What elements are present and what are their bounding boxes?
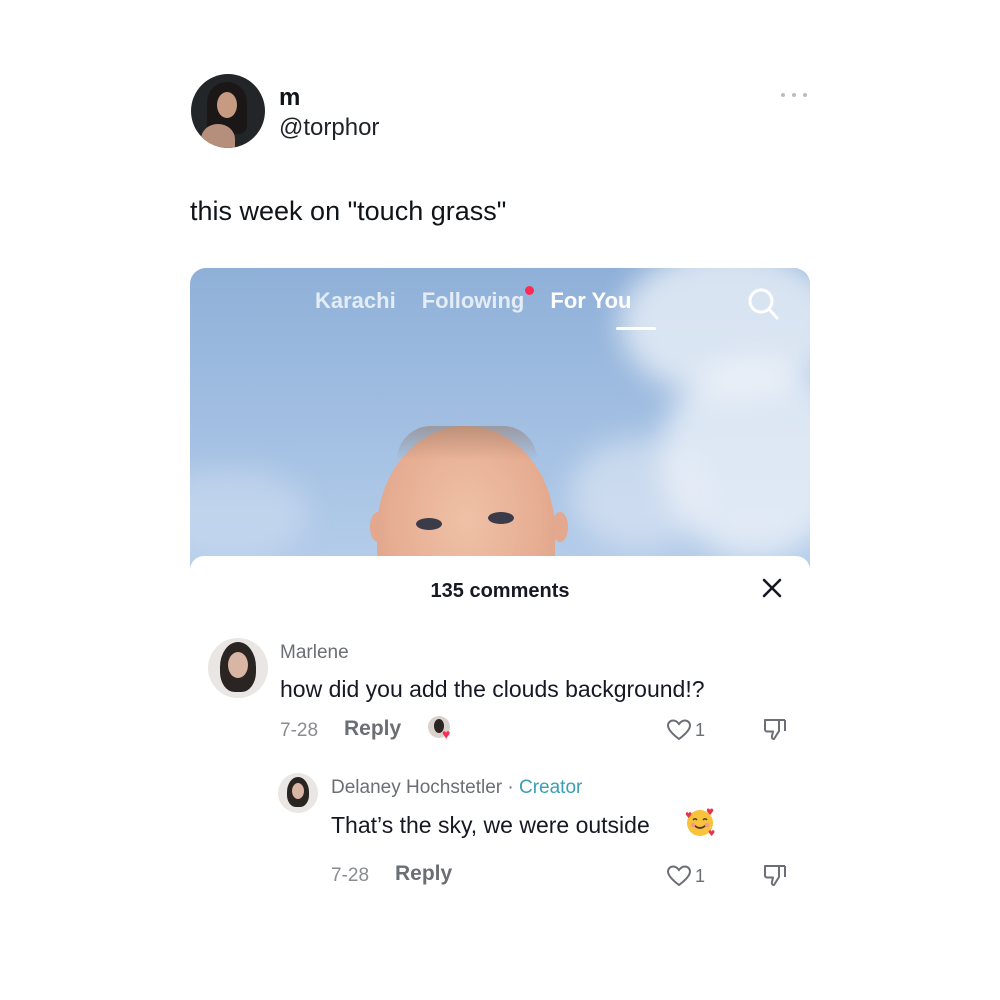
notification-dot: [525, 286, 535, 295]
creator-badge: Creator: [518, 777, 583, 798]
svg-text:♥: ♥: [708, 829, 715, 838]
heart-outline-icon[interactable]: [666, 864, 692, 888]
tab-following[interactable]: Following: [421, 286, 535, 314]
reply-button[interactable]: Reply: [344, 717, 401, 741]
smiling-face-with-hearts-icon: ♥ ♥ ♥: [685, 808, 715, 838]
tweet-media[interactable]: Karachi Following For You 135 comments M…: [190, 268, 810, 908]
author-avatar[interactable]: [191, 74, 265, 148]
more-horizontal-icon[interactable]: [781, 90, 807, 100]
tab-following-label: Following: [421, 288, 525, 313]
heart-outline-icon[interactable]: [666, 718, 692, 742]
reply-button[interactable]: Reply: [395, 862, 452, 886]
reply-text: That’s the sky, we were outside: [331, 812, 650, 838]
comment-date: 7-28: [280, 720, 319, 741]
separator-dot: ·: [502, 777, 519, 798]
like-count: 1: [695, 720, 706, 740]
search-icon[interactable]: [746, 286, 780, 322]
tab-for-you[interactable]: For You: [550, 288, 631, 314]
like-count: 1: [695, 866, 706, 886]
author-display-name[interactable]: m: [279, 84, 300, 112]
tab-karachi[interactable]: Karachi: [315, 288, 396, 314]
thumbs-down-icon[interactable]: [762, 716, 788, 742]
reply-author-name: Delaney Hochstetler: [331, 777, 503, 798]
comments-sheet: 135 comments Marlene how did you add the…: [190, 556, 810, 908]
reply-date: 7-28: [331, 865, 370, 886]
svg-text:♥: ♥: [685, 811, 692, 820]
thumbs-down-icon[interactable]: [762, 862, 788, 888]
avatar[interactable]: [278, 773, 318, 813]
comments-count-title: 135 comments: [430, 580, 570, 602]
tweet-text: this week on "touch grass": [190, 196, 507, 226]
avatar[interactable]: [208, 638, 268, 698]
comment-text: how did you add the clouds background!?: [280, 676, 705, 702]
svg-text:♥: ♥: [706, 808, 714, 818]
feed-tabs: Karachi Following For You: [315, 286, 631, 314]
close-icon[interactable]: [760, 576, 784, 600]
author-handle[interactable]: @torphor: [279, 114, 379, 142]
heart-icon: ♥: [442, 726, 451, 742]
reply-author[interactable]: Delaney Hochstetler · Creator: [331, 777, 582, 799]
active-tab-indicator: [616, 327, 656, 330]
comment-author[interactable]: Marlene: [280, 642, 349, 664]
